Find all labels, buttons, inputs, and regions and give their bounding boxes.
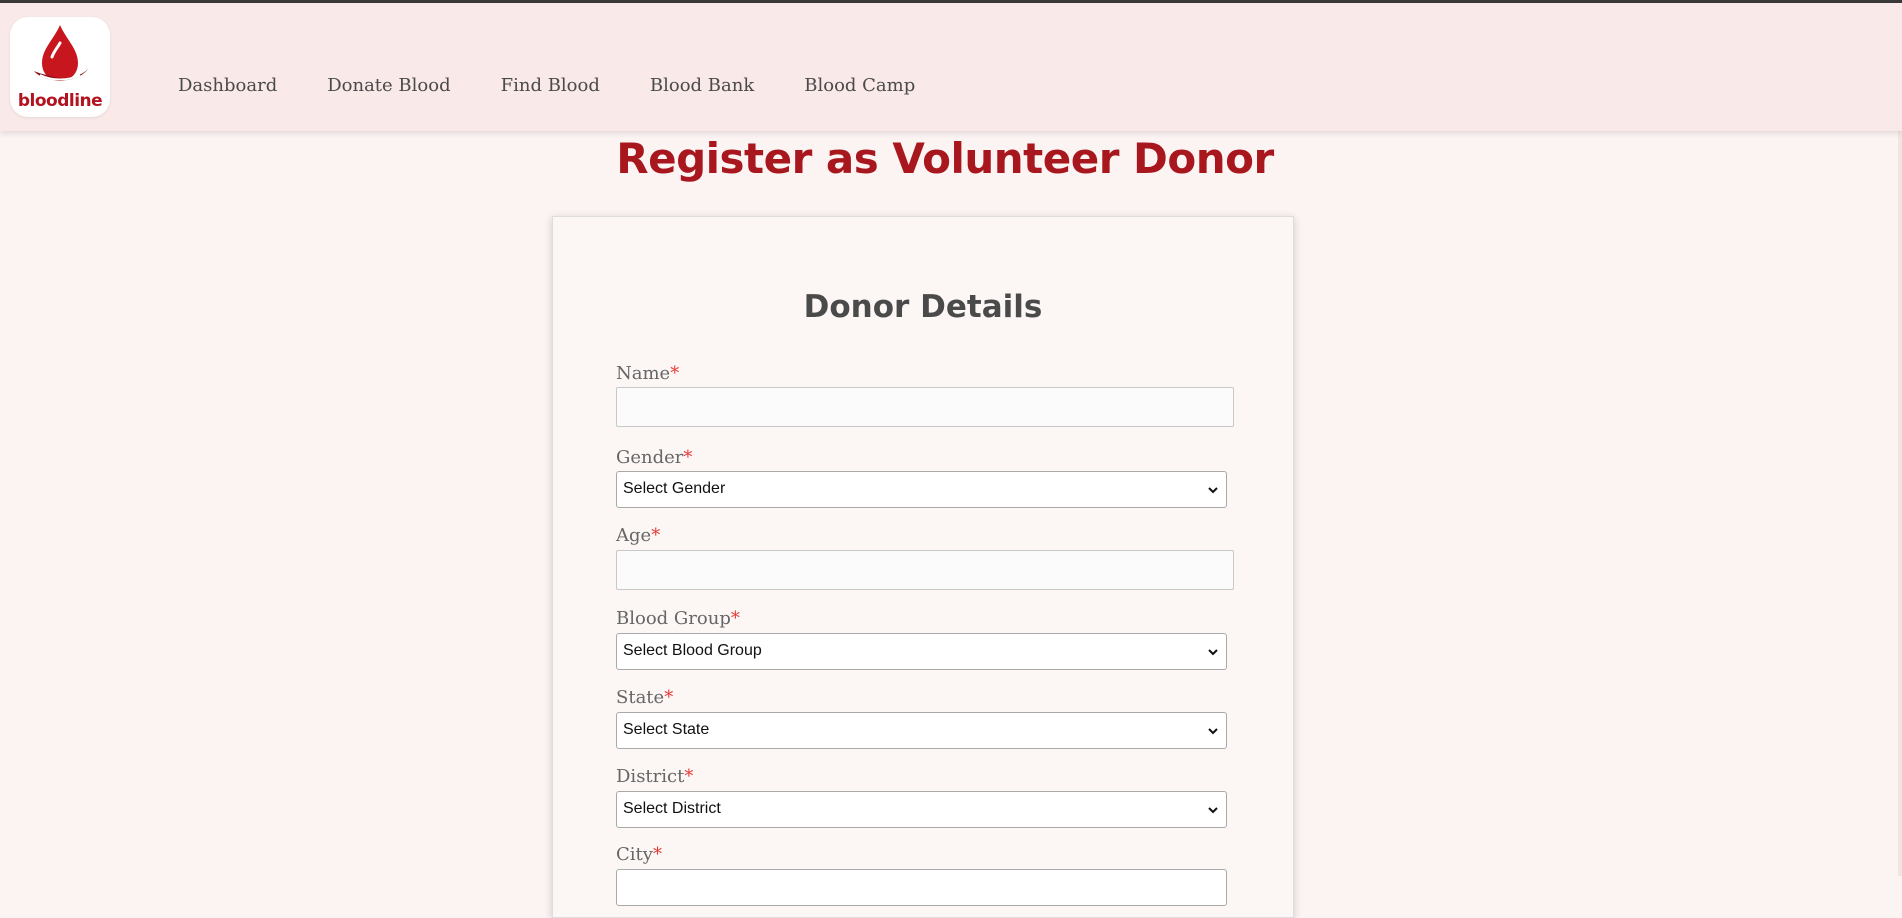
- nav-donate-blood[interactable]: Donate Blood: [327, 75, 450, 96]
- chevron-down-icon: [1208, 487, 1218, 494]
- donor-form-card: Donor Details Name* Gender* Select Gende…: [552, 216, 1294, 918]
- city-label: City*: [616, 844, 662, 865]
- page-scrollbar[interactable]: [1898, 130, 1902, 876]
- state-select[interactable]: Select State: [616, 712, 1227, 749]
- logo-wordmark: bloodline: [17, 91, 103, 111]
- required-marker: *: [664, 687, 674, 708]
- gender-label: Gender*: [616, 447, 693, 468]
- state-label: State*: [616, 687, 674, 708]
- chevron-down-icon: [1208, 807, 1218, 814]
- chevron-down-icon: [1208, 649, 1218, 656]
- nav-blood-bank[interactable]: Blood Bank: [650, 75, 754, 96]
- age-input[interactable]: [616, 550, 1234, 590]
- required-marker: *: [670, 363, 680, 384]
- nav-blood-camp[interactable]: Blood Camp: [804, 75, 915, 96]
- district-select-value: Select District: [623, 800, 721, 817]
- state-select-value: Select State: [623, 721, 710, 738]
- name-label: Name*: [616, 363, 680, 384]
- required-marker: *: [652, 844, 662, 865]
- page-title: Register as Volunteer Donor: [616, 134, 1274, 183]
- gender-select[interactable]: Select Gender: [616, 471, 1227, 508]
- city-input[interactable]: [616, 869, 1227, 906]
- name-input[interactable]: [616, 387, 1234, 427]
- required-marker: *: [684, 766, 694, 787]
- blood-group-label: Blood Group*: [616, 608, 740, 629]
- blood-group-select[interactable]: Select Blood Group: [616, 633, 1227, 670]
- main-nav: Dashboard Donate Blood Find Blood Blood …: [178, 75, 965, 96]
- required-marker: *: [683, 447, 693, 468]
- form-title: Donor Details: [803, 289, 1043, 325]
- district-label: District*: [616, 766, 694, 787]
- age-label: Age*: [616, 525, 661, 546]
- nav-find-blood[interactable]: Find Blood: [501, 75, 600, 96]
- blood-drop-hand-icon: [34, 25, 88, 81]
- required-marker: *: [730, 608, 740, 629]
- blood-group-select-value: Select Blood Group: [623, 642, 762, 659]
- top-navbar: bloodline Dashboard Donate Blood Find Bl…: [0, 3, 1902, 131]
- district-select[interactable]: Select District: [616, 791, 1227, 828]
- bloodline-logo[interactable]: bloodline: [10, 17, 110, 117]
- required-marker: *: [651, 525, 661, 546]
- nav-dashboard[interactable]: Dashboard: [178, 75, 277, 96]
- gender-select-value: Select Gender: [623, 480, 726, 497]
- chevron-down-icon: [1208, 728, 1218, 735]
